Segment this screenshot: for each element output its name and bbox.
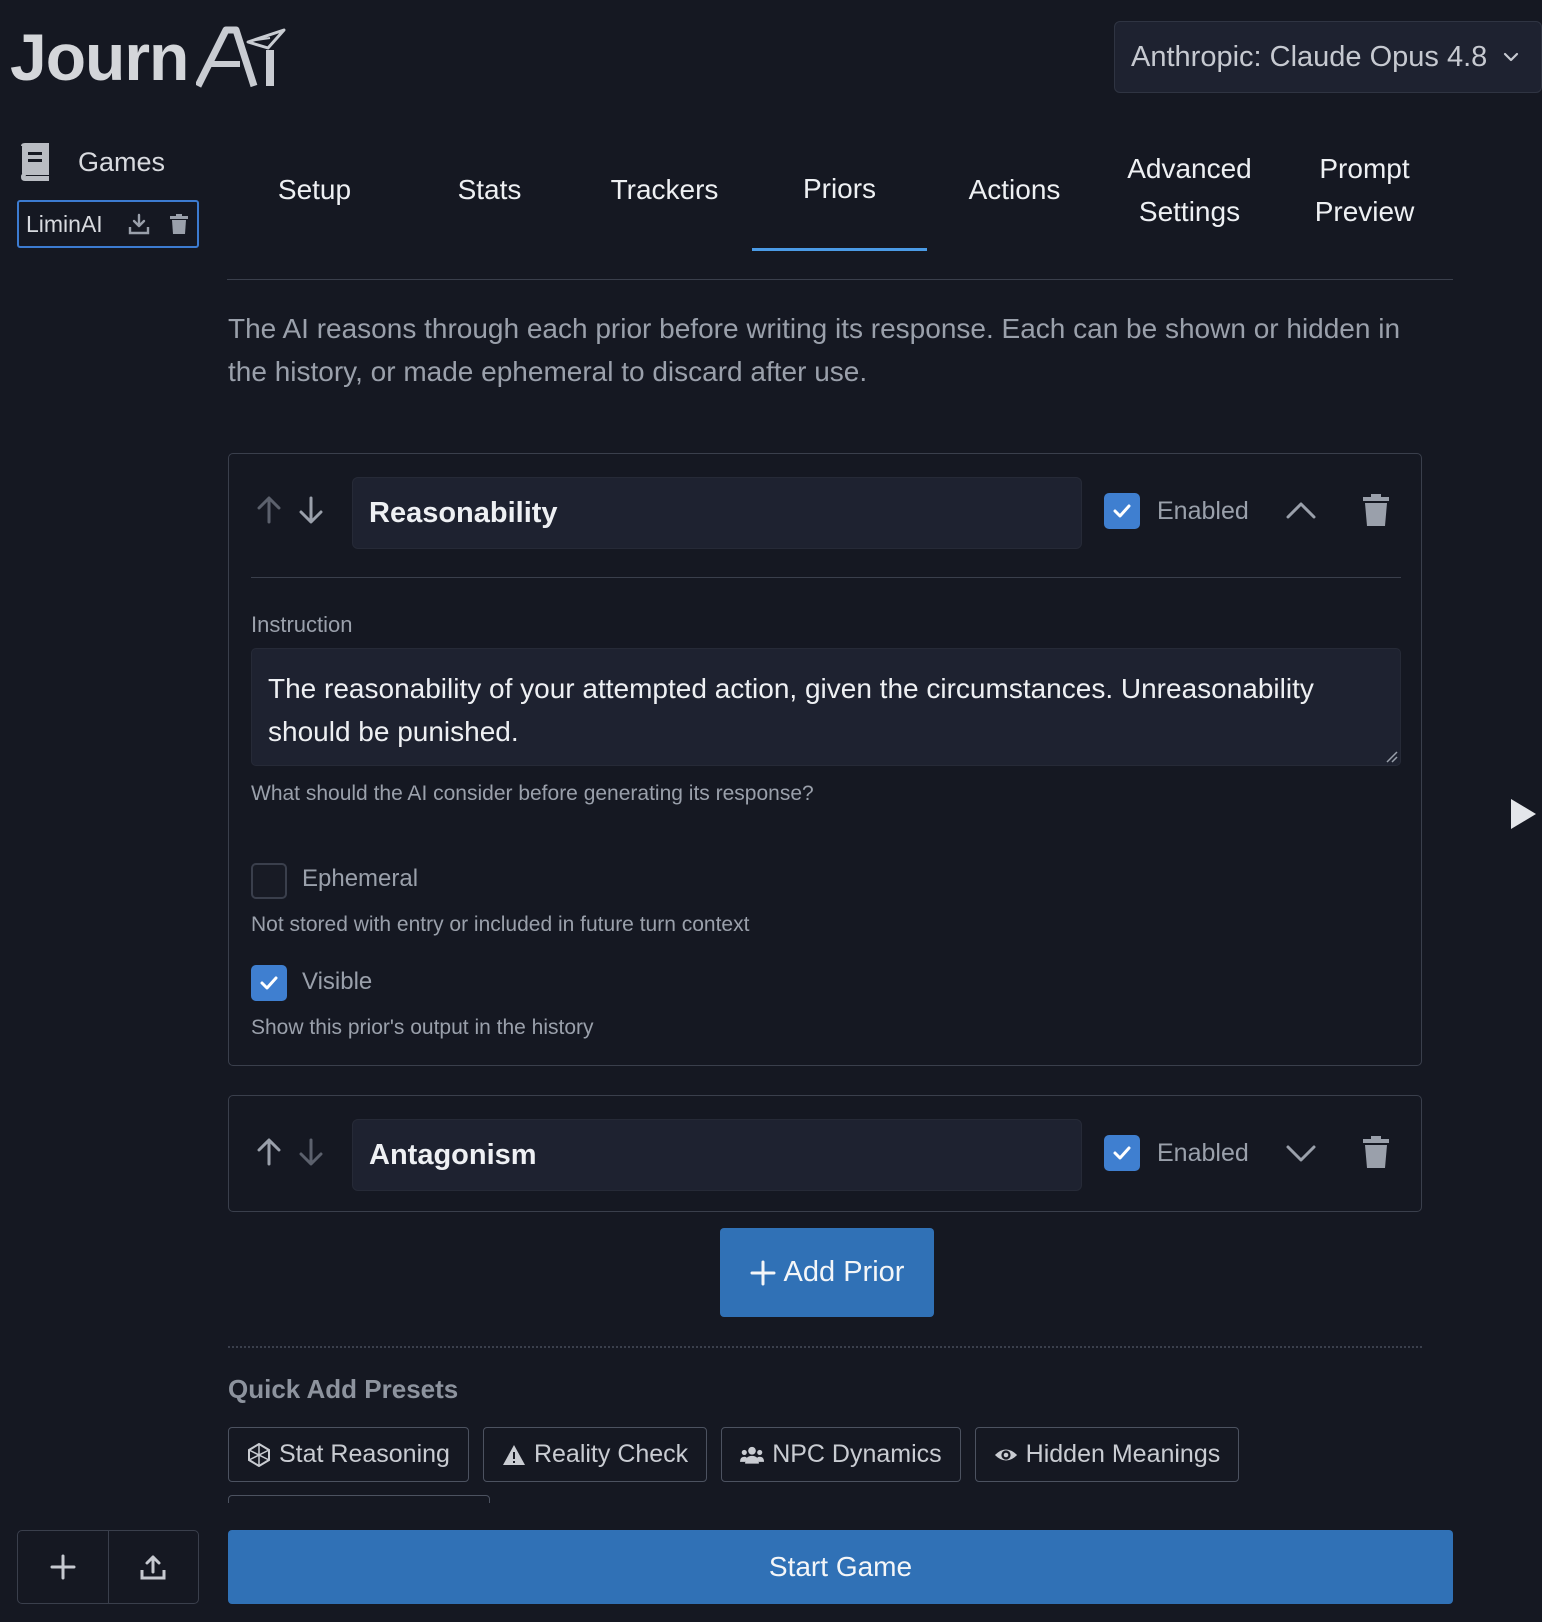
dice-icon: [248, 1442, 270, 1467]
preset-hidden-meanings[interactable]: Hidden Meanings: [974, 1427, 1240, 1482]
upload-icon: [140, 1555, 166, 1580]
prior-name-input[interactable]: Antagonism: [352, 1119, 1082, 1191]
eye-icon: [994, 1448, 1017, 1461]
prior-card: Reasonability Enabled Instruction The re…: [228, 453, 1422, 1066]
arrow-down-icon[interactable]: [296, 1136, 326, 1168]
enabled-checkbox[interactable]: [1104, 1135, 1140, 1171]
tab-stats[interactable]: Stats: [402, 128, 577, 251]
book-icon: [20, 143, 49, 181]
logo-text: Journ: [10, 20, 189, 94]
games-label: Games: [78, 146, 166, 177]
check-icon: [1113, 504, 1131, 518]
chevron-down-icon[interactable]: [1283, 1135, 1319, 1171]
sidebar-item-liminai[interactable]: LiminAI: [17, 200, 199, 248]
prior-card: Antagonism Enabled: [228, 1095, 1422, 1212]
tab-setup[interactable]: Setup: [227, 128, 402, 251]
warning-icon: [502, 1444, 525, 1465]
arrow-up-icon[interactable]: [254, 494, 284, 526]
prior-header: Antagonism Enabled: [229, 1096, 1421, 1213]
instruction-textarea[interactable]: The reasonability of your attempted acti…: [251, 648, 1401, 766]
upload-game-button[interactable]: [107, 1531, 199, 1603]
check-icon: [1113, 1146, 1131, 1160]
tab-bar: Setup Stats Trackers Priors Actions Adva…: [227, 128, 1453, 280]
instruction-help: What should the AI consider before gener…: [251, 782, 814, 805]
plus-icon: [50, 1554, 76, 1580]
check-icon: [260, 976, 278, 990]
sidebar-bottom-buttons: [17, 1530, 199, 1604]
preset-label: NPC Dynamics: [772, 1440, 942, 1468]
add-prior-button[interactable]: Add Prior: [720, 1228, 934, 1317]
preset-label: Stat Reasoning: [279, 1440, 450, 1468]
preset-overflow-edge: [228, 1495, 490, 1503]
enabled-label: Enabled: [1157, 1139, 1249, 1167]
new-game-button[interactable]: [18, 1531, 108, 1603]
download-icon[interactable]: [127, 212, 151, 236]
divider: [228, 1346, 1422, 1348]
visible-help: Show this prior's output in the history: [251, 1016, 594, 1039]
preset-label: Reality Check: [533, 1440, 689, 1468]
tab-trackers[interactable]: Trackers: [577, 128, 752, 251]
trash-icon[interactable]: [1360, 492, 1392, 528]
model-select-value: Anthropic: Claude Opus 4.8: [1131, 40, 1488, 73]
enabled-label: Enabled: [1157, 497, 1249, 525]
start-game-button[interactable]: Start Game: [228, 1530, 1453, 1604]
app-logo: Journ: [10, 22, 288, 92]
ephemeral-help: Not stored with entry or included in fut…: [251, 913, 750, 936]
instruction-label: Instruction: [251, 612, 353, 637]
resize-handle-icon[interactable]: [1384, 749, 1398, 763]
tab-priors[interactable]: Priors: [752, 128, 927, 251]
play-icon[interactable]: [1508, 797, 1538, 831]
card-divider: [251, 577, 1401, 578]
trash-icon[interactable]: [167, 212, 191, 236]
quick-add-title: Quick Add Presets: [228, 1374, 459, 1404]
chevron-down-icon: [1504, 52, 1519, 62]
visible-label: Visible: [302, 968, 373, 995]
preset-reality-check[interactable]: Reality Check: [482, 1427, 708, 1482]
preset-npc-dynamics[interactable]: NPC Dynamics: [721, 1427, 961, 1482]
add-prior-label: Add Prior: [783, 1256, 905, 1288]
priors-intro: The AI reasons through each prior before…: [228, 313, 1401, 387]
tab-actions[interactable]: Actions: [927, 128, 1102, 251]
preset-list: Stat Reasoning Reality Check NPC Dynamic…: [228, 1427, 1240, 1482]
model-select[interactable]: Anthropic: Claude Opus 4.8: [1114, 21, 1542, 93]
ephemeral-label: Ephemeral: [302, 865, 419, 892]
prior-name-input[interactable]: Reasonability: [352, 477, 1082, 549]
plus-icon: [750, 1260, 776, 1285]
chevron-up-icon[interactable]: [1283, 493, 1319, 529]
app-root: Journ Anthropic: Claude Opus 4.8 Games L…: [0, 0, 1542, 1622]
tab-prompt-preview[interactable]: Prompt Preview: [1277, 128, 1452, 251]
enabled-checkbox[interactable]: [1104, 493, 1140, 529]
instruction-text: The reasonability of your attempted acti…: [268, 673, 1314, 747]
games-header: Games: [16, 140, 165, 184]
arrow-down-icon[interactable]: [296, 494, 326, 526]
trash-icon[interactable]: [1360, 1134, 1392, 1170]
visible-checkbox[interactable]: [251, 965, 287, 1001]
tab-advanced-settings[interactable]: Advanced Settings: [1102, 128, 1277, 251]
preset-label: Hidden Meanings: [1025, 1440, 1221, 1468]
logo-ai-mark: [196, 26, 286, 88]
arrow-up-icon[interactable]: [254, 1136, 284, 1168]
game-item-label: LiminAI: [26, 210, 103, 237]
ephemeral-checkbox[interactable]: [251, 863, 287, 899]
users-icon: [740, 1446, 765, 1464]
preset-stat-reasoning[interactable]: Stat Reasoning: [228, 1427, 469, 1482]
prior-header: Reasonability Enabled: [229, 454, 1421, 571]
